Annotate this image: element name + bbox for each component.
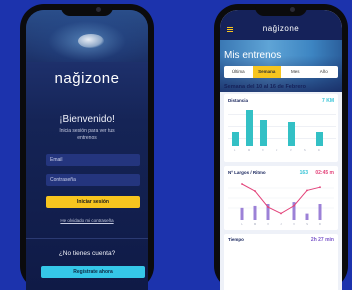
pace-point: [241, 183, 243, 185]
laps-value: 163: [299, 170, 308, 176]
pace-point: [267, 206, 269, 208]
pace-point: [306, 189, 308, 192]
email-field[interactable]: Email: [46, 154, 140, 166]
laps-bar: [318, 204, 322, 220]
distance-value: 7 KM: [322, 98, 334, 104]
tab-ultima[interactable]: Última: [224, 66, 253, 78]
pace-point: [280, 212, 282, 215]
login-screen: nağizone ¡Bienvenido! Inicia sesión para…: [26, 10, 148, 290]
distance-bar: [315, 132, 323, 146]
divider: [26, 238, 148, 239]
time-label: Tiempo: [228, 237, 244, 242]
tab-semana[interactable]: Semana: [252, 66, 281, 78]
pace-value: 02:45 m: [315, 170, 334, 176]
time-value: 2h 27 min: [310, 237, 334, 243]
login-phone: nağizone ¡Bienvenido! Inicia sesión para…: [20, 4, 154, 290]
x-tick-label: L: [234, 149, 236, 152]
x-tick-label: L: [241, 222, 243, 226]
x-tick-label: X: [267, 222, 269, 226]
distance-bar: [259, 120, 267, 146]
tab-mes[interactable]: Mes: [281, 66, 310, 78]
x-tick-label: S: [306, 222, 308, 226]
distance-card[interactable]: Distancia 7 KM L M X J V S D: [224, 94, 338, 162]
x-tick-label: J: [280, 222, 282, 226]
laps-bar: [240, 207, 244, 220]
laps-pace-label: Nº Largos / Ritmo: [228, 170, 266, 175]
camera-icon: [96, 7, 101, 12]
swimmer-image: [78, 34, 104, 48]
x-tick-label: V: [290, 149, 292, 152]
x-tick-label: M: [254, 222, 257, 226]
pace-point: [254, 190, 256, 192]
x-tick-label: D: [319, 222, 321, 226]
page-title: Mis entrenos: [224, 50, 282, 61]
camera-icon: [290, 7, 295, 12]
password-field[interactable]: Contraseña: [46, 174, 140, 186]
welcome-heading: ¡Bienvenido!: [59, 114, 115, 125]
brand-logo: nağizone: [262, 24, 300, 33]
brand-logo: nağizone: [54, 70, 120, 87]
distance-bar: [287, 122, 295, 146]
tab-ano[interactable]: Año: [310, 66, 339, 78]
laps-bar: [305, 213, 309, 220]
x-tick-label: M: [248, 149, 251, 152]
hero-image: [26, 10, 148, 62]
x-tick-label: V: [293, 222, 295, 226]
login-button[interactable]: Iniciar sesión: [46, 196, 140, 208]
x-tick-label: D: [318, 149, 320, 152]
laps-pace-chart: LMXJVSD: [228, 183, 334, 226]
dashboard-screen: nağizone Mis entrenos Última Semana Mes …: [220, 10, 342, 290]
pace-point: [319, 186, 321, 189]
distance-bar: [245, 110, 253, 146]
gridline: [228, 114, 336, 115]
laps-bar: [253, 205, 257, 220]
distance-label: Distancia: [228, 98, 249, 103]
distance-bar: [231, 132, 239, 146]
x-tick-label: J: [276, 149, 278, 152]
x-tick-label: X: [262, 149, 264, 152]
x-tick-label: S: [304, 149, 306, 152]
phone-notch: [61, 4, 113, 16]
phone-notch: [255, 4, 307, 16]
forgot-password-link[interactable]: He olvidado mi contraseña: [26, 218, 148, 223]
distance-bar-chart: LMXJVSD: [228, 106, 336, 152]
period-tabs: Última Semana Mes Año: [224, 66, 338, 78]
pace-point: [293, 204, 295, 207]
gridline: [228, 126, 336, 127]
laps-pace-card[interactable]: Nº Largos / Ritmo 163 02:45 m L M X J V S D: [224, 166, 338, 230]
no-account-text: ¿No tienes cuenta?: [58, 250, 116, 257]
register-button[interactable]: Regístrate ahora: [41, 266, 145, 278]
dashboard-phone: nağizone Mis entrenos Última Semana Mes …: [214, 4, 348, 290]
login-subtitle: Inicia sesión para ver tus entrenos: [59, 128, 115, 141]
week-range: Semana del 10 al 16 de Febrero: [224, 84, 306, 90]
